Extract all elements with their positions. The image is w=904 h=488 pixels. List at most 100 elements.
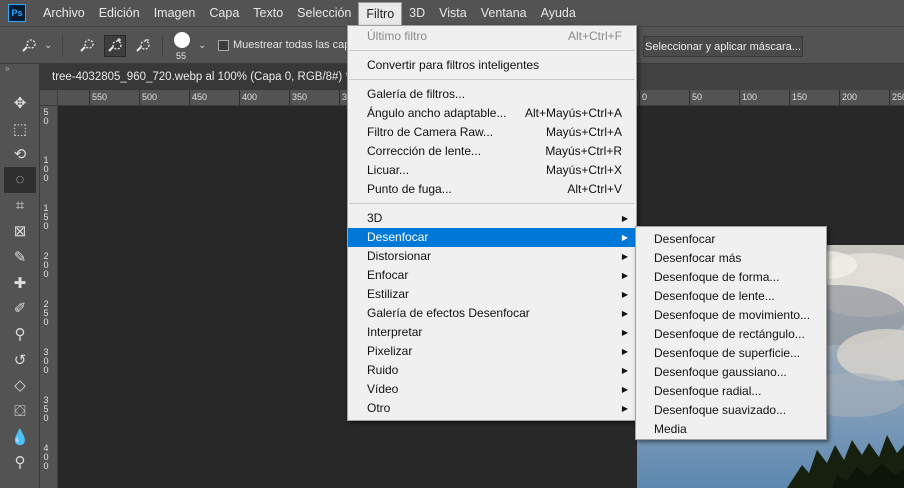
submenu-item-media[interactable]: Media [636, 420, 826, 439]
ruler-label: 1 5 0 [43, 203, 49, 231]
ruler-tick [89, 90, 90, 105]
lasso-icon[interactable]: ⟲ [4, 141, 36, 167]
brush-chevron-icon[interactable]: ⌄ [198, 40, 206, 51]
ruler-label: 1 0 0 [43, 155, 49, 183]
crop-icon[interactable]: ⌗ [4, 193, 36, 219]
menu-item-pixelizar[interactable]: Pixelizar ▶ [348, 342, 636, 361]
menu-item-shortcut: Mayús+Ctrl+R [545, 144, 622, 158]
marquee-icon[interactable]: ⬚ [4, 116, 36, 142]
clone-stamp-icon[interactable]: ⚲ [4, 321, 36, 347]
eraser-icon[interactable]: ◇ [4, 373, 36, 399]
new-selection-icon[interactable] [76, 35, 98, 57]
menu-item-shortcut: Mayús+Ctrl+X [545, 163, 622, 177]
submenu-item-desenfoque-suavizado[interactable]: Desenfoque suavizado... [636, 401, 826, 420]
ruler-label: 200 [842, 92, 858, 102]
brush-preview-icon[interactable] [174, 32, 190, 48]
menu-item-desenfocar[interactable]: Desenfocar ▶ [348, 228, 636, 247]
submenu-item-desenfoque-de-rectangulo[interactable]: Desenfoque de rectángulo... [636, 325, 826, 344]
submenu-arrow-icon: ▶ [621, 214, 628, 223]
menu-item-label: Otro [367, 401, 391, 415]
quick-selection-icon[interactable]: ◌ [4, 167, 36, 193]
menu-vista[interactable]: Vista [432, 0, 474, 26]
menu-item-label: Pixelizar [367, 344, 413, 358]
tool-preset-icon[interactable] [18, 35, 40, 57]
healing-brush-icon[interactable]: ✚ [4, 270, 36, 296]
menu-separator [349, 79, 635, 80]
ruler-label: 3 0 0 [43, 347, 49, 375]
move-icon[interactable]: ✥ [4, 90, 36, 116]
ruler-tick [139, 90, 140, 105]
menu-3d[interactable]: 3D [402, 0, 432, 26]
ruler-label: 2 5 0 [43, 299, 49, 327]
submenu-item-desenfoque-gaussiano[interactable]: Desenfoque gaussiano... [636, 363, 826, 382]
select-and-mask-button[interactable]: Seleccionar y aplicar máscara... [643, 36, 803, 57]
menu-separator [349, 203, 635, 204]
paint-bucket-icon[interactable]: ⛋ [4, 398, 36, 424]
menu-item-label: Filtro de Camera Raw... [367, 125, 494, 139]
ruler-tick [189, 90, 190, 105]
menu-item-label: Interpretar [367, 325, 423, 339]
dodge-icon[interactable]: ⚲ [4, 450, 36, 476]
frame-icon[interactable]: ⊠ [4, 218, 36, 244]
menu-archivo[interactable]: Archivo [36, 0, 92, 26]
blur-icon[interactable]: 💧 [4, 424, 36, 450]
menu-item-interpretar[interactable]: Interpretar ▶ [348, 323, 636, 342]
sample-all-layers-checkbox[interactable] [218, 40, 229, 51]
ruler-tick [689, 90, 690, 105]
menu-item-label: Ruido [367, 363, 399, 377]
menu-imagen[interactable]: Imagen [147, 0, 203, 26]
menu-seleccion[interactable]: Selección [290, 0, 358, 26]
menu-item-punto-de-fuga[interactable]: Punto de fuga... Alt+Ctrl+V [348, 180, 636, 199]
menu-separator [349, 50, 635, 51]
ruler-tick [239, 90, 240, 105]
submenu-item-desenfocar-mas[interactable]: Desenfocar más [636, 249, 826, 268]
ruler-tick [639, 90, 640, 105]
ruler-tick [789, 90, 790, 105]
menu-ventana[interactable]: Ventana [474, 0, 534, 26]
submenu-item-desenfoque-radial[interactable]: Desenfoque radial... [636, 382, 826, 401]
menu-item-filtro-de-camera-raw[interactable]: Filtro de Camera Raw... Mayús+Ctrl+A [348, 123, 636, 142]
menu-item-ruido[interactable]: Ruido ▶ [348, 361, 636, 380]
collapse-icon[interactable]: » [5, 64, 10, 73]
menu-bar: Ps Archivo Edición Imagen Capa Texto Selecció… [0, 0, 904, 26]
menu-item-otro[interactable]: Otro ▶ [348, 399, 636, 418]
menu-capa[interactable]: Capa [202, 0, 246, 26]
submenu-item-desenfocar[interactable]: Desenfocar [636, 230, 826, 249]
menu-texto[interactable]: Texto [246, 0, 290, 26]
subtract-from-selection-icon[interactable] [132, 35, 154, 57]
menu-filtro[interactable]: Filtro [358, 2, 403, 26]
menu-item-shortcut: Mayús+Ctrl+A [545, 125, 622, 139]
menu-item-correccion-de-lente[interactable]: Corrección de lente... Mayús+Ctrl+R [348, 142, 636, 161]
menu-item-licuar[interactable]: Licuar... Mayús+Ctrl+X [348, 161, 636, 180]
preset-chevron-icon[interactable]: ⌄ [44, 40, 52, 51]
menu-item-3d[interactable]: 3D ▶ [348, 209, 636, 228]
menu-item-video[interactable]: Vídeo ▶ [348, 380, 636, 399]
brush-icon[interactable]: ✐ [4, 296, 36, 322]
document-tab[interactable]: tree-4032805_960_720.webp al 100% (Capa … [40, 64, 362, 90]
menu-item-galeria-de-efectos-desenfocar[interactable]: Galería de efectos Desenfocar ▶ [348, 304, 636, 323]
filter-menu: Último filtro Alt+Ctrl+F Convertir para fi… [347, 25, 637, 421]
menu-item-ultimo-filtro: Último filtro Alt+Ctrl+F [348, 27, 636, 46]
submenu-arrow-icon: ▶ [621, 385, 628, 394]
ruler-tick [289, 90, 290, 105]
menu-item-galeria-de-filtros[interactable]: Galería de filtros... [348, 85, 636, 104]
menu-item-label: Galería de filtros... [367, 87, 466, 101]
ruler-label: 400 [242, 92, 258, 102]
menu-edicion[interactable]: Edición [92, 0, 147, 26]
submenu-item-desenfoque-de-movimiento[interactable]: Desenfoque de movimiento... [636, 306, 826, 325]
history-brush-icon[interactable]: ↺ [4, 347, 36, 373]
menu-item-estilizar[interactable]: Estilizar ▶ [348, 285, 636, 304]
ruler-label: 3 5 0 [43, 395, 49, 423]
menu-item-convertir-para-filtros-inteligentes[interactable]: Convertir para filtros inteligentes [348, 56, 636, 75]
menu-item-angulo-ancho-adaptable[interactable]: Ángulo ancho adaptable... Alt+Mayús+Ctrl+… [348, 104, 636, 123]
toolbox: ✥ ⬚ ⟲ ◌ ⌗ ⊠ ✎ ✚ ✐ ⚲ ↺ ◇ ⛋ 💧 ⚲ [4, 90, 36, 475]
submenu-item-desenfoque-de-lente[interactable]: Desenfoque de lente... [636, 287, 826, 306]
menu-item-label: Vídeo [367, 382, 399, 396]
submenu-item-desenfoque-de-superficie[interactable]: Desenfoque de superficie... [636, 344, 826, 363]
menu-item-distorsionar[interactable]: Distorsionar ▶ [348, 247, 636, 266]
add-to-selection-icon[interactable] [104, 35, 126, 57]
menu-ayuda[interactable]: Ayuda [534, 0, 583, 26]
menu-item-enfocar[interactable]: Enfocar ▶ [348, 266, 636, 285]
eyedropper-icon[interactable]: ✎ [4, 244, 36, 270]
submenu-item-desenfoque-de-forma[interactable]: Desenfoque de forma... [636, 268, 826, 287]
